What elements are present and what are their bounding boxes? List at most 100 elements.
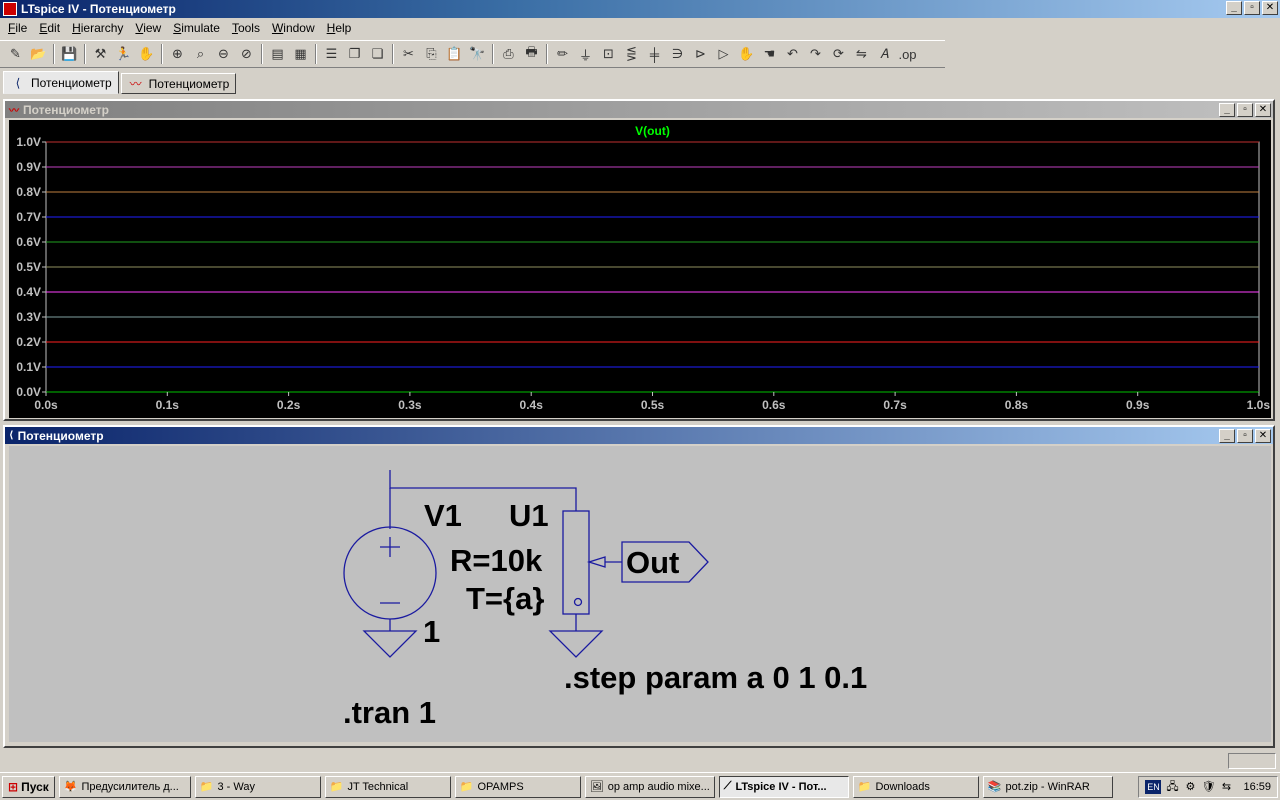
copy-icon[interactable]: ⎘ xyxy=(420,43,443,65)
toolbar-separator xyxy=(392,44,394,64)
redo-icon[interactable]: ↷ xyxy=(804,43,827,65)
run-icon[interactable]: 🏃 xyxy=(112,43,135,65)
plot-pane[interactable]: V(out) 0.0V 0.1V 0.2V 0.3V 0.4V 0.5V 0.6V 0.7V 0.… xyxy=(9,120,1271,418)
taskbar-item[interactable]: 📁 OPAMPS xyxy=(454,775,581,798)
waveform-window-titlebar[interactable]: 〰 Потенциометр xyxy=(5,101,1273,118)
menu-tools[interactable]: Tools xyxy=(226,21,266,35)
ground-symbol[interactable] xyxy=(362,630,418,658)
x-tick-label: 0.8s xyxy=(1005,398,1029,412)
cut-icon[interactable]: ✂ xyxy=(397,43,420,65)
step-directive[interactable]: .step param a 0 1 0.1 xyxy=(564,660,867,695)
y-tick-label: 0.1V xyxy=(16,360,41,374)
open-icon[interactable]: 📂 xyxy=(27,43,50,65)
diode-icon[interactable]: ⊳ xyxy=(689,43,712,65)
network-icon[interactable]: 🖧 xyxy=(1165,780,1179,794)
tab-schematic[interactable]: ⟨ Потенциометр xyxy=(3,71,119,94)
toolbar-separator xyxy=(315,44,317,64)
maximize-button[interactable]: ▫ xyxy=(1237,103,1253,117)
taskbar-item[interactable]: 🦊 Предусилитель д... xyxy=(58,775,191,798)
save-icon[interactable]: 💾 xyxy=(58,43,81,65)
net-label-out[interactable]: Out xyxy=(626,545,679,580)
halt-icon[interactable]: ✋ xyxy=(135,43,158,65)
connection-icon[interactable]: ⇆ xyxy=(1219,780,1233,794)
menu-label: elp xyxy=(335,21,352,35)
grid-icon[interactable]: ▦ xyxy=(289,43,312,65)
component-icon[interactable]: ▷ xyxy=(712,43,735,65)
minimize-button[interactable]: _ xyxy=(1226,1,1242,15)
zoom-out-icon[interactable]: ⊖ xyxy=(212,43,235,65)
schematic-canvas[interactable]: V1 1 U1 R=10k T={a} Out .step param a 0 … xyxy=(9,446,1271,742)
tran-directive[interactable]: .tran 1 xyxy=(343,695,436,730)
zoom-in-icon[interactable]: ⊕ xyxy=(166,43,189,65)
print-icon[interactable]: 🖶 xyxy=(520,43,543,65)
cascade-icon[interactable]: ❐ xyxy=(343,43,366,65)
maximize-button[interactable]: ▫ xyxy=(1244,1,1260,15)
menu-help[interactable]: Help xyxy=(321,21,358,35)
minimize-button[interactable]: _ xyxy=(1219,429,1235,443)
control-panel-icon[interactable]: ⚒ xyxy=(89,43,112,65)
taskbar-item[interactable]: 📁 Downloads xyxy=(852,775,979,798)
u1-name[interactable]: U1 xyxy=(509,498,549,533)
paste-icon[interactable]: 📋 xyxy=(443,43,466,65)
waveform-icon: 〰 xyxy=(129,76,142,91)
maximize-button[interactable]: ▫ xyxy=(1237,429,1253,443)
plot-canvas[interactable]: V(out) 0.0V 0.1V 0.2V 0.3V 0.4V 0.5V 0.6V 0.7V 0.… xyxy=(9,120,1271,418)
schematic-window-titlebar[interactable]: ⟨ Потенциометр xyxy=(5,427,1273,444)
pan-icon[interactable]: ⌕ xyxy=(189,43,212,65)
menu-edit[interactable]: Edit xyxy=(33,21,66,35)
tile-vertical-icon[interactable]: ❏ xyxy=(366,43,389,65)
menu-view[interactable]: View xyxy=(129,21,167,35)
minimize-button[interactable]: _ xyxy=(1219,103,1235,117)
rotate-icon[interactable]: ⟳ xyxy=(827,43,850,65)
taskbar-item[interactable]: 📁 JT Technical xyxy=(324,775,451,798)
wire-icon[interactable]: ✏ xyxy=(551,43,574,65)
drag-icon[interactable]: ☚ xyxy=(758,43,781,65)
print-setup-icon[interactable]: ⎙ xyxy=(497,43,520,65)
capacitor-icon[interactable]: ╪ xyxy=(643,43,666,65)
close-button[interactable]: ✕ xyxy=(1255,429,1271,443)
toolbar-separator xyxy=(261,44,263,64)
start-button[interactable]: ⊞ Пуск xyxy=(2,775,55,798)
close-button[interactable]: ✕ xyxy=(1262,1,1278,15)
v1-name[interactable]: V1 xyxy=(424,498,462,533)
v1-value[interactable]: 1 xyxy=(423,614,440,649)
taskbar-item[interactable]: 🖼 op amp audio mixe... xyxy=(584,775,715,798)
spice-directive-icon[interactable]: .op xyxy=(896,43,919,65)
tile-horizontal-icon[interactable]: ☰ xyxy=(320,43,343,65)
taskbar-item-label: 3 - Way xyxy=(217,780,255,793)
x-tick-label: 0.4s xyxy=(520,398,544,412)
u1-resistance[interactable]: R=10k xyxy=(450,543,543,578)
taskbar-item-label: pot.zip - WinRAR xyxy=(1005,780,1090,793)
taskbar-item[interactable]: ⟋ LTspice IV - Пот... xyxy=(718,775,849,798)
antivirus-icon[interactable]: 🛡 xyxy=(1201,780,1215,794)
resistor-icon[interactable]: ⋚ xyxy=(620,43,643,65)
label-net-icon[interactable]: ⊡ xyxy=(597,43,620,65)
tab-waveform[interactable]: 〰 Потенциометр xyxy=(120,73,237,94)
text-icon[interactable]: 𝐴 xyxy=(873,43,896,65)
ground-icon[interactable]: ⏚ xyxy=(574,43,597,65)
menu-window[interactable]: Window xyxy=(266,21,321,35)
settings-icon[interactable]: ⚙ xyxy=(1183,780,1197,794)
autorange-icon[interactable]: ▤ xyxy=(266,43,289,65)
inductor-icon[interactable]: ∋ xyxy=(666,43,689,65)
new-schematic-icon[interactable]: ✎ xyxy=(4,43,27,65)
taskbar-item-label: OPAMPS xyxy=(477,780,524,793)
schematic-drawing[interactable]: V1 1 U1 R=10k T={a} Out .step param a 0 … xyxy=(9,446,1271,742)
waveform-icon: 〰 xyxy=(9,106,19,117)
undo-icon[interactable]: ↶ xyxy=(781,43,804,65)
taskbar-item[interactable]: 📚 pot.zip - WinRAR xyxy=(982,775,1113,798)
title-bar: LTspice IV - Потенциометр _ ▫ ✕ xyxy=(0,0,1280,18)
menu-file[interactable]: File xyxy=(2,21,33,35)
u1-tap[interactable]: T={a} xyxy=(466,581,544,616)
move-icon[interactable]: ✋ xyxy=(735,43,758,65)
taskbar-item[interactable]: 📁 3 - Way xyxy=(194,775,321,798)
menu-simulate[interactable]: Simulate xyxy=(167,21,226,35)
mirror-icon[interactable]: ⇋ xyxy=(850,43,873,65)
menu-hierarchy[interactable]: Hierarchy xyxy=(66,21,129,35)
zoom-fit-icon[interactable]: ⊘ xyxy=(235,43,258,65)
language-indicator[interactable]: EN xyxy=(1145,780,1162,794)
schematic-icon: ⟨ xyxy=(15,75,21,90)
find-icon[interactable]: 🔭 xyxy=(466,43,489,65)
close-button[interactable]: ✕ xyxy=(1255,103,1271,117)
ground-symbol[interactable] xyxy=(548,630,604,658)
